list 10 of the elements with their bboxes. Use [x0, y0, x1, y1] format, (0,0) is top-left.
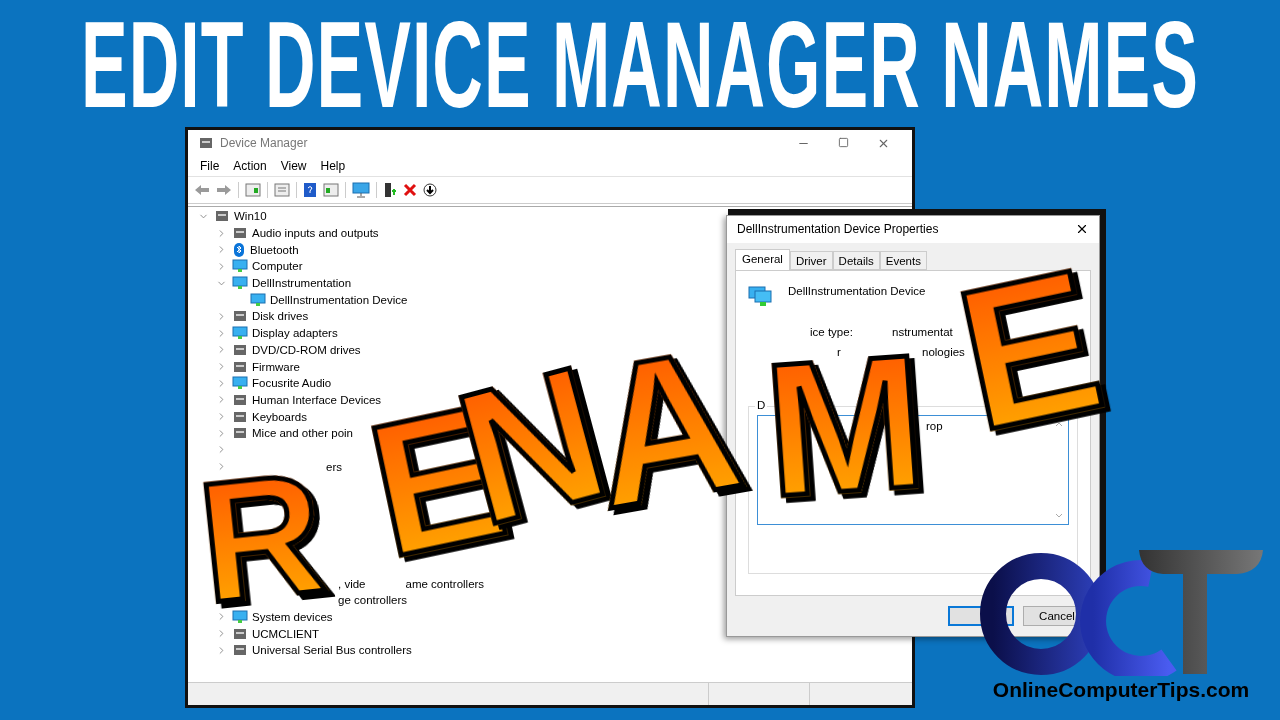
field-fragment: r	[837, 345, 841, 358]
site-name: OnlineComputerTips.com	[992, 678, 1250, 702]
dialog-title: DellInstrumentation Device Properties	[737, 222, 939, 237]
device-name: DellInstrumentation Device	[788, 284, 926, 297]
window-title: Device Manager	[220, 136, 309, 150]
tree-item-fragment: ge controllers	[338, 594, 408, 607]
field-fragment: ice type:	[810, 325, 854, 338]
group-label: D	[755, 398, 768, 411]
tree-item-fragment: ame controllers	[405, 577, 485, 590]
headline: EDIT DEVICE MANAGER NAMES	[81, 4, 1199, 127]
